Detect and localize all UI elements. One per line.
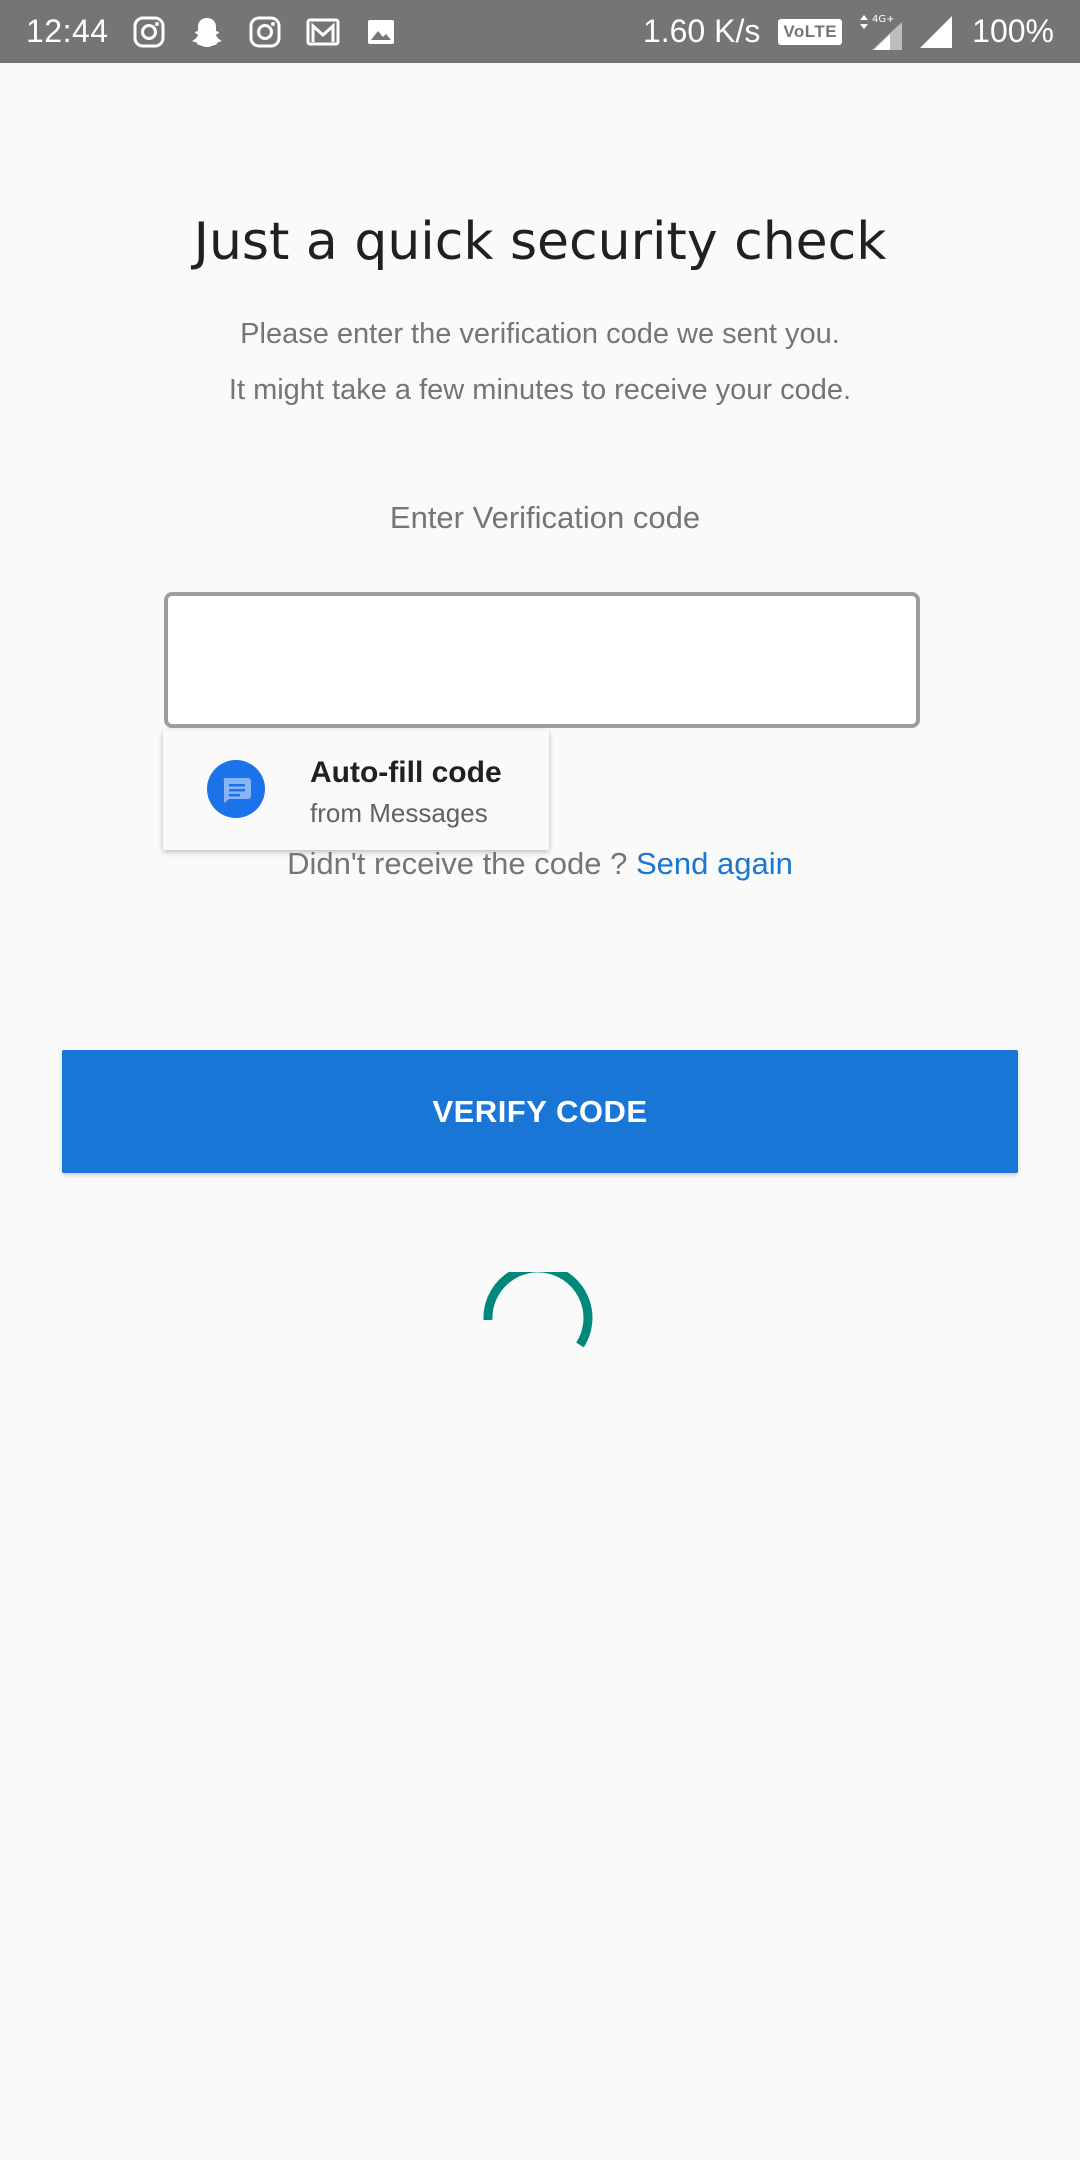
net-speed: 1.60 K/s: [642, 13, 761, 49]
autofill-title: Auto-fill code: [310, 756, 502, 789]
network-type: 4G+: [872, 14, 895, 25]
signal-4g-icon: 4G+: [860, 14, 903, 50]
messages-icon: [207, 760, 265, 818]
instagram-icon: [249, 16, 281, 47]
signal-icon: [920, 15, 953, 48]
battery-level: 100%: [972, 13, 1054, 49]
verification-code-input[interactable]: [164, 592, 920, 728]
instagram-icon: [133, 16, 165, 47]
snapchat-icon: [191, 17, 222, 47]
page-title: Just a quick security check: [193, 212, 887, 272]
code-field-label: Enter Verification code: [389, 500, 701, 535]
gmail-icon: [306, 18, 340, 45]
autofill-suggestion[interactable]: Auto-fill code from Messages: [163, 730, 549, 850]
resend-row: Didn't receive the code ? Send again: [0, 846, 1080, 882]
status-bar: 12:44 1.60 K/s VoLTE 4G+ 100%: [0, 0, 1080, 63]
subtitle-line-2: It might take a few minutes to receive y…: [228, 374, 852, 406]
send-again-link[interactable]: Send again: [636, 846, 793, 881]
volte-badge: VoLTE: [778, 18, 843, 45]
status-left: 12:44: [26, 13, 421, 50]
status-time: 12:44: [26, 13, 109, 49]
loading-spinner-icon: [483, 1272, 593, 1348]
verify-code-button[interactable]: VERIFY CODE: [62, 1050, 1018, 1173]
subtitle-line-1: Please enter the verification code we se…: [240, 318, 840, 350]
image-icon: [367, 19, 394, 44]
autofill-subtitle: from Messages: [310, 798, 488, 828]
status-right: 1.60 K/s VoLTE 4G+ 100%: [643, 12, 1054, 52]
resend-prompt: Didn't receive the code ?: [287, 846, 628, 881]
